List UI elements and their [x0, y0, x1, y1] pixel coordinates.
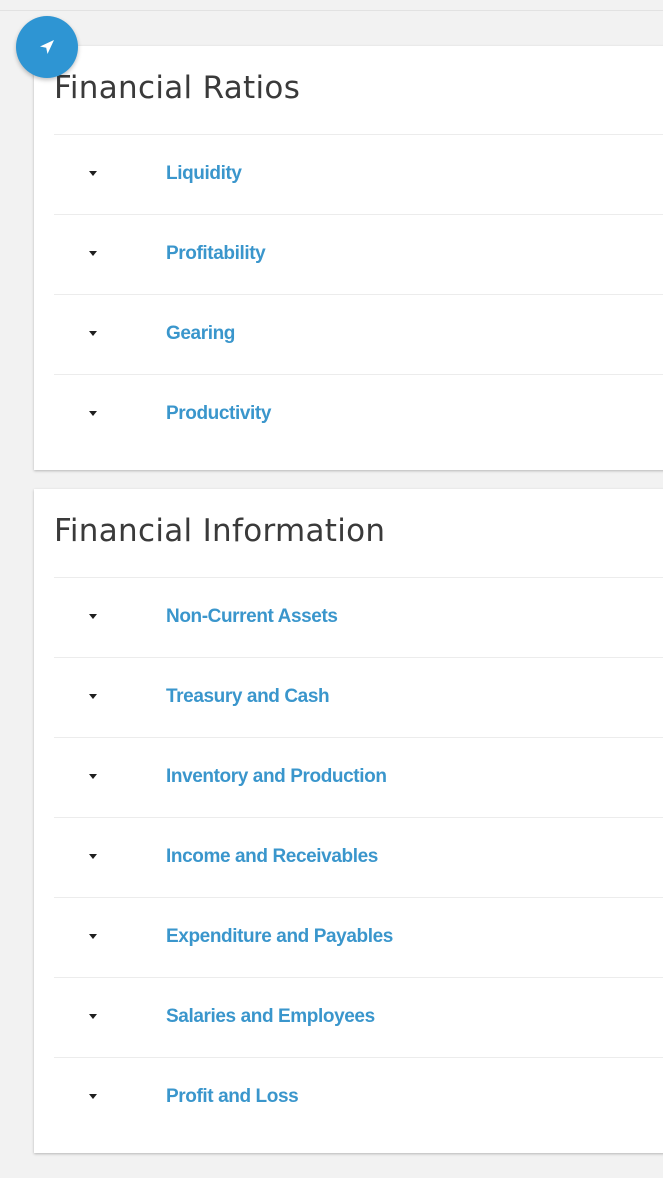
list-item-label[interactable]: Salaries and Employees	[166, 1006, 375, 1028]
list-item-income-and-receivables[interactable]: Income and Receivables	[54, 817, 663, 897]
list-item-label[interactable]: Liquidity	[166, 163, 242, 185]
list-item-label[interactable]: Treasury and Cash	[166, 686, 330, 708]
caret-down-icon	[89, 1014, 97, 1019]
list-item-liquidity[interactable]: Liquidity	[54, 134, 663, 214]
list-item-productivity[interactable]: Productivity	[54, 374, 663, 454]
list-item-salaries-and-employees[interactable]: Salaries and Employees	[54, 977, 663, 1057]
list-item-label[interactable]: Profit and Loss	[166, 1086, 299, 1108]
list-item-label[interactable]: Productivity	[166, 403, 271, 425]
navigation-arrow-icon	[40, 40, 54, 54]
financial-information-title: Financial Information	[54, 513, 386, 549]
caret-down-icon	[89, 774, 97, 779]
caret-down-icon	[89, 171, 97, 176]
list-item-label[interactable]: Expenditure and Payables	[166, 926, 393, 948]
list-item-treasury-and-cash[interactable]: Treasury and Cash	[54, 657, 663, 737]
list-item-label[interactable]: Gearing	[166, 323, 235, 345]
list-item-non-current-assets[interactable]: Non-Current Assets	[54, 577, 663, 657]
list-item-profitability[interactable]: Profitability	[54, 214, 663, 294]
financial-information-list: Non-Current Assets Treasury and Cash Inv…	[54, 577, 663, 1137]
caret-down-icon	[89, 694, 97, 699]
financial-information-card: Financial Information Non-Current Assets…	[34, 489, 663, 1153]
caret-down-icon	[89, 1094, 97, 1099]
list-item-label[interactable]: Profitability	[166, 243, 266, 265]
list-item-expenditure-and-payables[interactable]: Expenditure and Payables	[54, 897, 663, 977]
caret-down-icon	[89, 411, 97, 416]
list-item-label[interactable]: Income and Receivables	[166, 846, 378, 868]
caret-down-icon	[89, 614, 97, 619]
caret-down-icon	[89, 934, 97, 939]
financial-ratios-list: Liquidity Profitability Gearing Producti…	[54, 134, 663, 454]
caret-down-icon	[89, 854, 97, 859]
caret-down-icon	[89, 331, 97, 336]
financial-ratios-title: Financial Ratios	[54, 70, 301, 106]
caret-down-icon	[89, 251, 97, 256]
top-divider	[0, 10, 663, 11]
list-item-inventory-and-production[interactable]: Inventory and Production	[54, 737, 663, 817]
list-item-label[interactable]: Inventory and Production	[166, 766, 387, 788]
list-item-profit-and-loss[interactable]: Profit and Loss	[54, 1057, 663, 1137]
navigation-button[interactable]	[16, 16, 78, 78]
list-item-label[interactable]: Non-Current Assets	[166, 606, 338, 628]
list-item-gearing[interactable]: Gearing	[54, 294, 663, 374]
financial-ratios-card: Financial Ratios Liquidity Profitability…	[34, 46, 663, 470]
page: Financial Ratios Liquidity Profitability…	[0, 0, 663, 1178]
